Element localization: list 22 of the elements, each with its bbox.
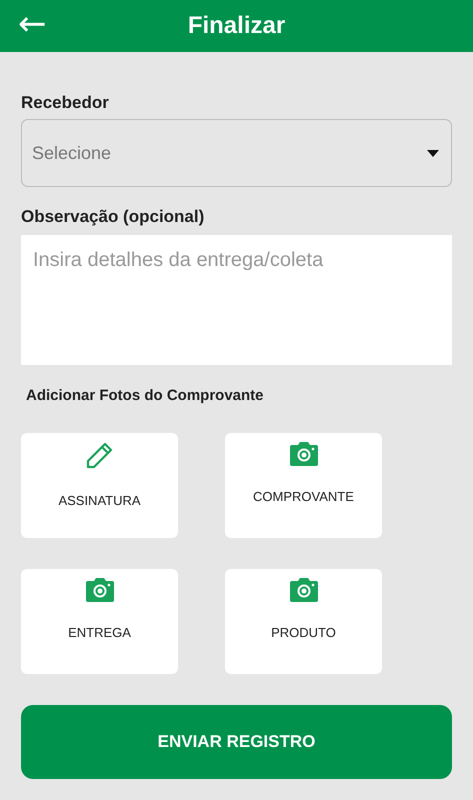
photo-tile[interactable]: ENTREGA: [21, 569, 178, 674]
photo-tile[interactable]: PRODUTO: [225, 569, 382, 674]
section-title: Adicionar Fotos do Comprovante: [26, 387, 265, 404]
back-button[interactable]: ←: [18, 4, 46, 44]
page-title: Finalizar: [188, 12, 286, 40]
pencil-icon: [84, 441, 114, 471]
camera-icon: [288, 577, 318, 603]
photo-tile[interactable]: COMPROVANTE: [225, 433, 382, 538]
field-label: Observação (opcional): [21, 207, 206, 227]
field-label: Recebedor: [21, 93, 110, 113]
camera-icon: [288, 441, 318, 467]
receiver-select[interactable]: Selecione: [21, 119, 452, 187]
tile-label: ENTREGA: [68, 625, 131, 640]
tile-label: ASSINATURA: [58, 493, 141, 508]
tile-label: COMPROVANTE: [253, 489, 354, 504]
caret-icon: [427, 150, 439, 156]
camera-icon: [84, 577, 114, 603]
photo-tile[interactable]: ASSINATURA: [21, 433, 178, 538]
submit-button[interactable]: ENVIAR REGISTRO: [21, 705, 452, 779]
tile-label: PRODUTO: [271, 625, 336, 640]
note-field[interactable]: Insira detalhes da entrega/coleta: [21, 235, 452, 365]
select-placeholder: Selecione: [32, 142, 112, 164]
